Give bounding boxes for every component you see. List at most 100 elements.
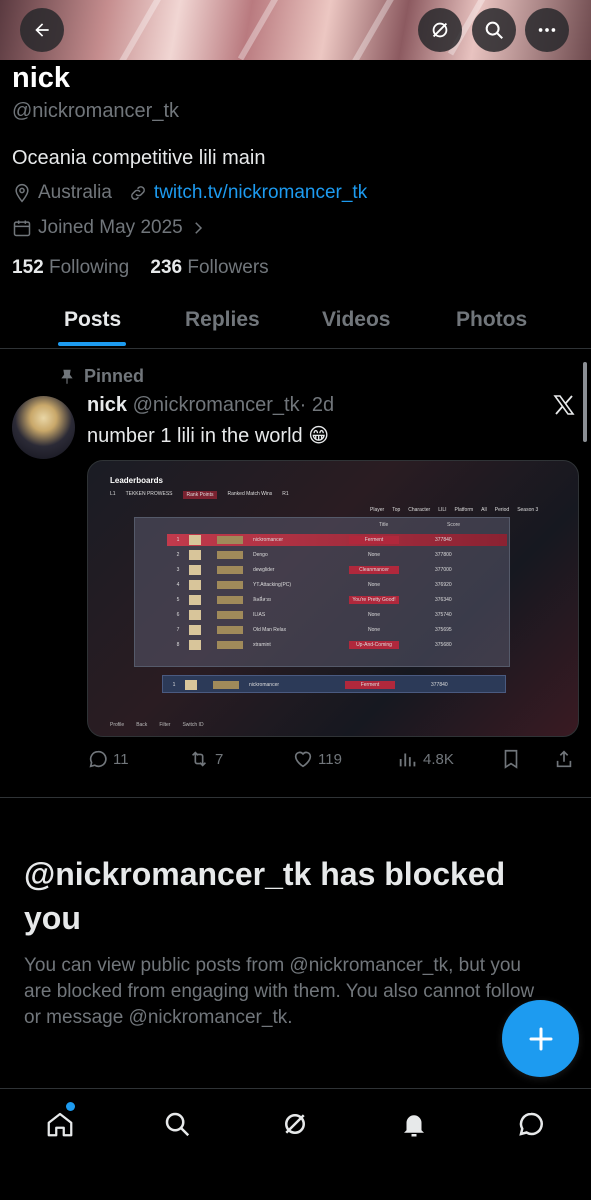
profile-link[interactable]: twitch.tv/nickromancer_tk [154, 182, 367, 204]
leaderboard-filters: Player Top Character LILI Platform All P… [370, 507, 538, 513]
row-rank: 3 [176, 567, 180, 573]
row-name: nickromancer [249, 682, 280, 688]
row-rank: 1 [176, 537, 180, 543]
tab-photos[interactable]: Photos [456, 308, 527, 332]
nav-home[interactable] [43, 1107, 77, 1141]
row-score: 377000 [435, 567, 452, 573]
row-name: ลิลลี่สวย [253, 597, 271, 603]
row-rank: 2 [176, 552, 180, 558]
followers-link[interactable]: 236 Followers [150, 257, 268, 278]
views-count: 4.8K [423, 750, 454, 768]
rank-emblem [217, 596, 243, 604]
bookmark-button[interactable] [500, 748, 526, 770]
rank-emblem [217, 641, 243, 649]
leaderboard-tab: L1 [110, 491, 116, 497]
row-score: 375695 [435, 627, 452, 633]
views-icon [399, 753, 416, 767]
leaderboard-row: 2 Dengo None 377800 [167, 549, 507, 561]
row-score: 375740 [435, 612, 452, 618]
leaderboard-row: 4 YT.Attacking(PC) None 376920 [167, 579, 507, 591]
row-title: Up-And-Coming [349, 641, 399, 649]
profile-joined-row[interactable]: Joined May 2025 [12, 217, 207, 239]
repost-button[interactable]: 7 [187, 748, 223, 770]
post-time: · 2d [299, 394, 335, 416]
pinned-label-row: Pinned [58, 366, 144, 387]
followers-count: 236 [150, 257, 183, 278]
post-author-handle[interactable]: @nickromancer_tk [133, 394, 300, 416]
home-icon [47, 1112, 73, 1137]
character-thumb [189, 610, 201, 620]
scrollbar[interactable] [583, 362, 587, 442]
back-button[interactable] [20, 8, 64, 52]
post-media-image[interactable]: Leaderboards L1 TEKKEN PROWESS Rank Poin… [87, 460, 579, 737]
following-label: Following [48, 257, 130, 278]
tab-posts[interactable]: Posts [64, 308, 121, 332]
grok-icon [432, 22, 448, 38]
search-icon [165, 1112, 190, 1137]
nav-notifications[interactable] [397, 1107, 431, 1141]
filter-text: All [481, 507, 487, 513]
repost-count: 7 [215, 750, 224, 768]
follow-stats: 152 Following 236 Followers [12, 257, 269, 279]
like-button[interactable]: 119 [292, 748, 342, 770]
filter-text: Season 3 [517, 507, 539, 513]
row-title: You're Pretty Good! [349, 596, 399, 604]
control-hint: Profile [110, 722, 125, 728]
notification-dot [66, 1102, 75, 1111]
filter-text: Player [370, 507, 385, 513]
tab-replies[interactable]: Replies [185, 308, 260, 332]
rank-emblem [217, 581, 243, 589]
post-actions: 11 7 119 4.8K [87, 748, 579, 772]
rank-emblem [217, 626, 243, 634]
section-divider [0, 797, 591, 798]
leaderboard-row: 8 xtramint Up-And-Coming 375680 [167, 639, 507, 651]
share-button[interactable] [553, 748, 579, 770]
row-name: dewglider [253, 567, 275, 573]
profile-tabs: Posts Replies Videos Photos [0, 296, 591, 349]
x-logo-icon [552, 393, 576, 422]
nav-grok[interactable] [278, 1107, 312, 1141]
character-thumb [189, 565, 201, 575]
location-icon [15, 183, 29, 203]
following-count: 152 [12, 257, 44, 278]
filter-text: Character [408, 507, 431, 513]
tab-videos[interactable]: Videos [322, 308, 390, 332]
rank-emblem [217, 611, 243, 619]
views-button[interactable]: 4.8K [397, 748, 454, 770]
compose-button[interactable] [502, 1000, 579, 1077]
post-text: number 1 lili in the world 😁 [87, 425, 330, 447]
filter-text: Top [392, 507, 401, 513]
pinned-label: Pinned [84, 366, 145, 386]
profile-location: Australia [38, 182, 112, 203]
row-name: Dengo [253, 552, 268, 558]
leaderboard-tab: R1 [282, 491, 289, 497]
post-author-name[interactable]: nick [87, 394, 127, 416]
search-button[interactable] [472, 8, 516, 52]
row-rank: 4 [176, 582, 180, 588]
control-hint: Back [136, 722, 148, 728]
pin-icon [61, 369, 73, 384]
character-thumb [189, 640, 201, 650]
row-title: Ferment [345, 681, 395, 689]
character-thumb [189, 580, 201, 590]
nav-messages[interactable] [514, 1107, 548, 1141]
row-title: Ferment [349, 536, 399, 544]
character-thumb [189, 550, 201, 560]
post-avatar[interactable] [12, 396, 75, 459]
more-button[interactable] [525, 8, 569, 52]
row-score: 376340 [435, 597, 452, 603]
following-link[interactable]: 152 Following [12, 257, 129, 278]
nav-search[interactable] [160, 1107, 194, 1141]
reply-button[interactable]: 11 [87, 748, 129, 770]
chevron-right-icon [194, 222, 202, 234]
active-tab-indicator [58, 342, 126, 346]
plus-icon [529, 1027, 552, 1050]
search-icon [485, 21, 503, 39]
grok-button[interactable] [418, 8, 462, 52]
bookmark-icon [504, 749, 518, 769]
character-thumb [189, 535, 201, 545]
post-header: nick @nickromancer_tk· 2d [87, 394, 334, 417]
row-score: 377840 [435, 537, 452, 543]
leaderboard-row: 1 nickromancer Ferment 377840 [163, 679, 503, 691]
bell-icon [404, 1115, 424, 1137]
